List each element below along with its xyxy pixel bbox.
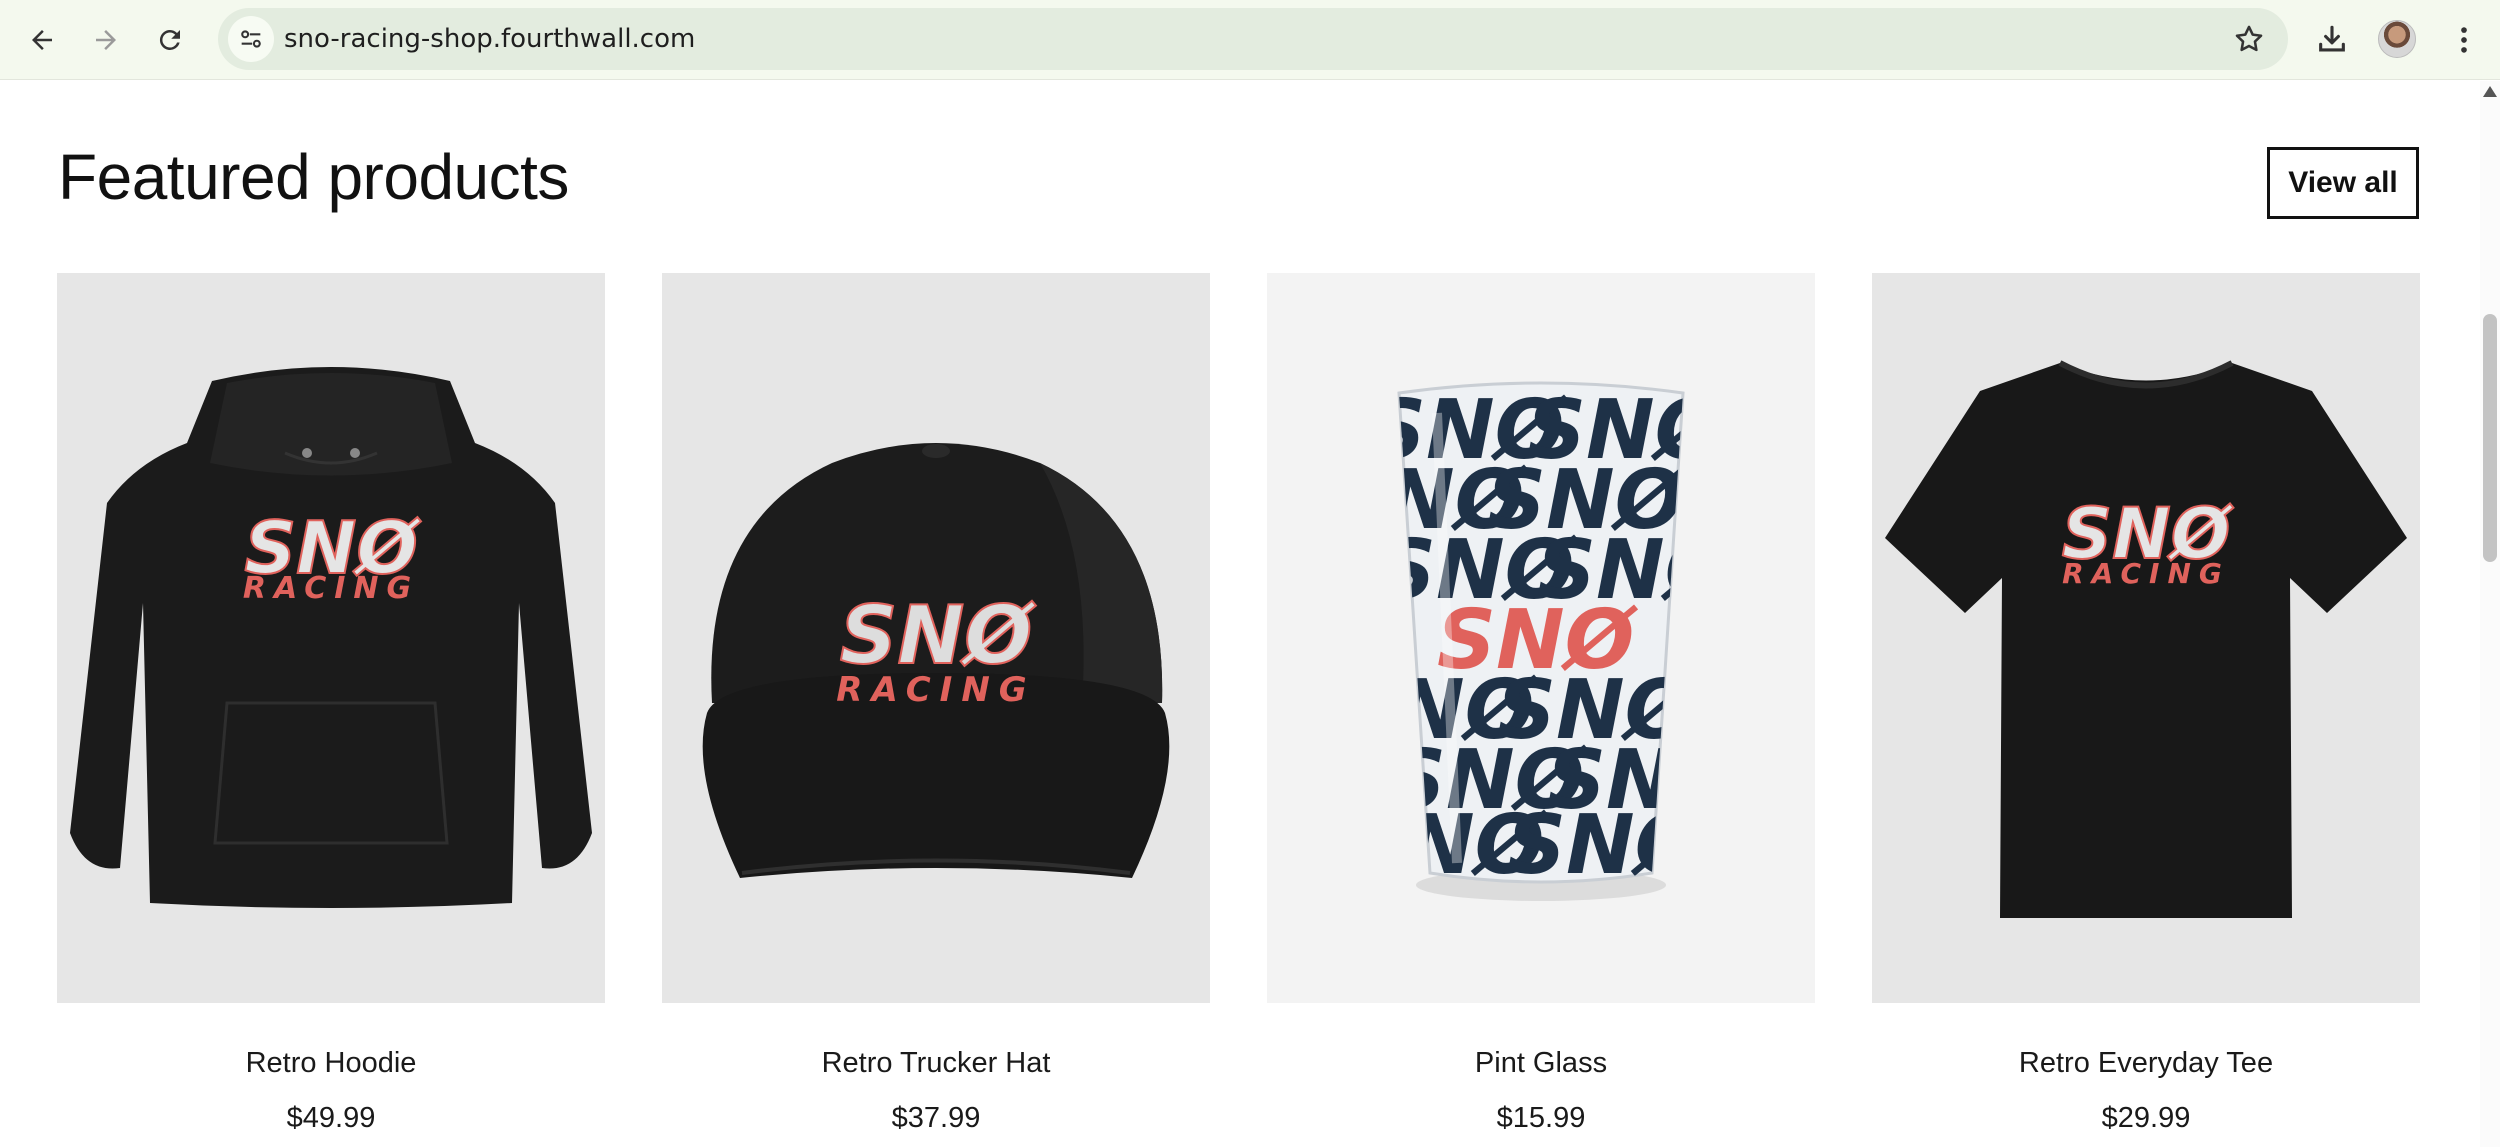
profile-avatar[interactable] — [2378, 20, 2416, 58]
product-image-hoodie[interactable]: SNØ RACING — [57, 273, 605, 1003]
menu-icon[interactable] — [2442, 18, 2486, 62]
section-title: Featured products — [58, 141, 569, 213]
product-name[interactable]: Pint Glass — [1267, 1047, 1815, 1080]
product-name[interactable]: Retro Trucker Hat — [662, 1047, 1210, 1080]
product-price: $15.99 — [1496, 1102, 1586, 1134]
view-all-button[interactable]: View all — [2267, 147, 2419, 219]
reload-icon[interactable] — [148, 18, 192, 62]
page-scrollbar[interactable] — [2480, 81, 2500, 1147]
product-card-pint-glass[interactable]: SNØ SNØ SNØ SNØ SNØ SNØ SNØ SNØ SNØ SNØ … — [1267, 273, 1815, 1135]
product-image-trucker-hat[interactable]: SNØ RACING — [662, 273, 1210, 1003]
site-info-icon[interactable] — [228, 16, 274, 62]
hoodie-logo-bottom: RACING — [243, 571, 419, 606]
product-card-retro-hoodie[interactable]: SNØ RACING Retro Hoodie $49.99 — [57, 273, 605, 1135]
hat-logo-bottom: RACING — [836, 670, 1035, 710]
download-icon[interactable] — [2310, 18, 2354, 62]
scrollbar-thumb[interactable] — [2483, 314, 2497, 562]
product-price: $49.99 — [286, 1102, 376, 1134]
forward-icon[interactable] — [84, 18, 128, 62]
browser-toolbar: sno-racing-shop.fourthwall.com — [0, 0, 2500, 80]
star-icon[interactable] — [2232, 22, 2266, 56]
back-icon[interactable] — [20, 18, 64, 62]
product-card-retro-trucker-hat[interactable]: SNØ RACING Retro Trucker Hat $37.99 — [662, 273, 1210, 1135]
product-image-tee[interactable]: SNØ RACING — [1872, 273, 2420, 1003]
url-text[interactable]: sno-racing-shop.fourthwall.com — [284, 24, 695, 54]
product-price: $29.99 — [2101, 1102, 2191, 1134]
product-price: $37.99 — [891, 1102, 981, 1134]
scroll-up-arrow-icon[interactable] — [2483, 86, 2497, 97]
product-card-retro-everyday-tee[interactable]: SNØ RACING Retro Everyday Tee $29.99 — [1872, 273, 2420, 1135]
product-name[interactable]: Retro Everyday Tee — [1872, 1047, 2420, 1080]
product-name[interactable]: Retro Hoodie — [57, 1047, 605, 1080]
product-image-pint-glass[interactable]: SNØ SNØ SNØ SNØ SNØ SNØ SNØ SNØ SNØ SNØ … — [1267, 273, 1815, 1003]
address-bar[interactable]: sno-racing-shop.fourthwall.com — [218, 8, 2288, 70]
tee-logo-bottom: RACING — [2062, 557, 2230, 590]
hat-logo-top: SNØ — [840, 589, 1037, 682]
